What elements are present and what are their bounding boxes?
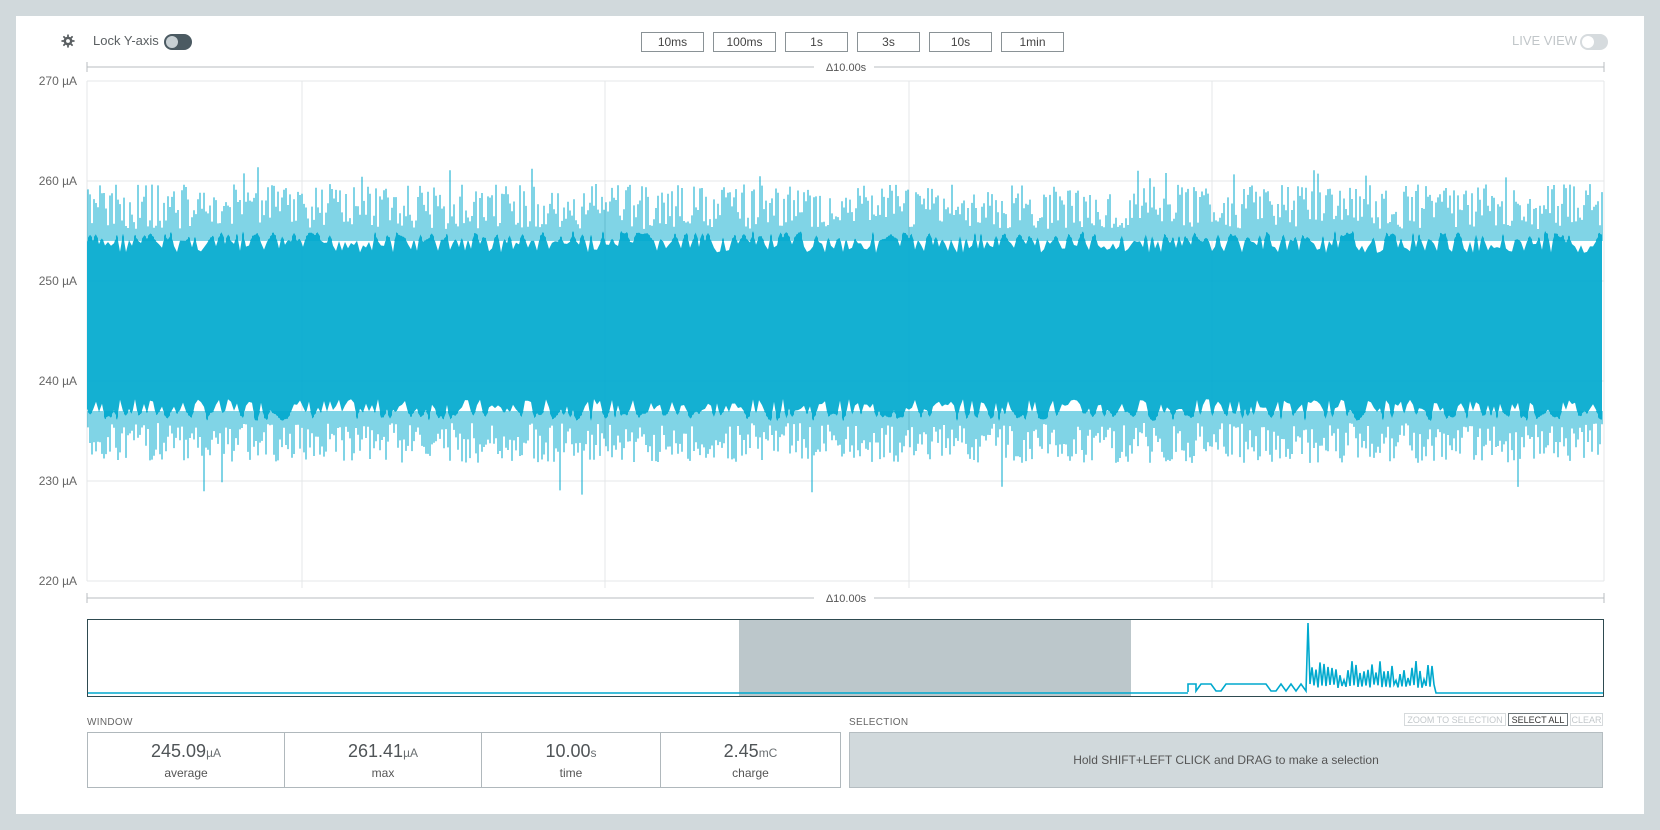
minimap[interactable] <box>87 619 1604 697</box>
stat-average: 245.09µA average <box>88 733 285 787</box>
stat-charge: 2.45mC charge <box>661 733 840 787</box>
stat-label: max <box>371 765 395 780</box>
y-tick-label: 250 µA <box>39 274 77 288</box>
clear-button[interactable]: CLEAR <box>1570 713 1603 726</box>
stat-unit: µA <box>206 745 221 760</box>
stat-unit: mC <box>758 745 778 760</box>
window-span-label: Δ10.00s <box>826 62 867 74</box>
window-stats: 245.09µA average 261.41µA max 10.00s tim… <box>87 732 841 788</box>
stat-value: 261.41 <box>348 740 404 761</box>
selection-section-label: SELECTION <box>849 717 909 728</box>
y-axis-tick-labels: 270 µA 260 µA 250 µA 240 µA 230 µA 220 µ… <box>39 74 77 588</box>
stat-unit: µA <box>403 745 418 760</box>
y-tick-label: 220 µA <box>39 574 77 588</box>
current-chart[interactable]: 270 µA 260 µA 250 µA 240 µA 230 µA 220 µ… <box>16 16 1644 706</box>
y-tick-label: 240 µA <box>39 374 77 388</box>
stat-max: 261.41µA max <box>285 733 482 787</box>
window-span-label: Δ10.00s <box>826 593 867 605</box>
current-signal-band <box>87 231 1602 421</box>
select-all-button[interactable]: SELECT ALL <box>1508 713 1568 726</box>
window-span-bottom: Δ10.00s <box>86 593 1605 605</box>
stat-time: 10.00s time <box>482 733 661 787</box>
minimap-window-indicator[interactable] <box>739 620 1131 696</box>
stat-unit: s <box>590 745 597 760</box>
window-span-top: Δ10.00s <box>86 62 1605 74</box>
y-tick-label: 260 µA <box>39 174 77 188</box>
stat-label: time <box>559 765 583 780</box>
selection-hint: Hold SHIFT+LEFT CLICK and DRAG to make a… <box>1073 753 1379 767</box>
stat-label: charge <box>732 765 769 780</box>
selection-panel[interactable]: Hold SHIFT+LEFT CLICK and DRAG to make a… <box>849 732 1603 788</box>
y-tick-label: 230 µA <box>39 474 77 488</box>
power-profiler-window: Lock Y-axis 10ms 100ms 1s 3s 10s 1min LI… <box>16 16 1644 814</box>
stat-value: 2.45 <box>723 740 759 761</box>
window-section-label: WINDOW <box>87 717 133 728</box>
stat-value: 245.09 <box>151 740 207 761</box>
stat-value: 10.00 <box>545 740 591 761</box>
stat-label: average <box>164 765 208 780</box>
zoom-to-selection-button[interactable]: ZOOM TO SELECTION <box>1404 713 1506 726</box>
y-tick-label: 270 µA <box>39 74 77 88</box>
